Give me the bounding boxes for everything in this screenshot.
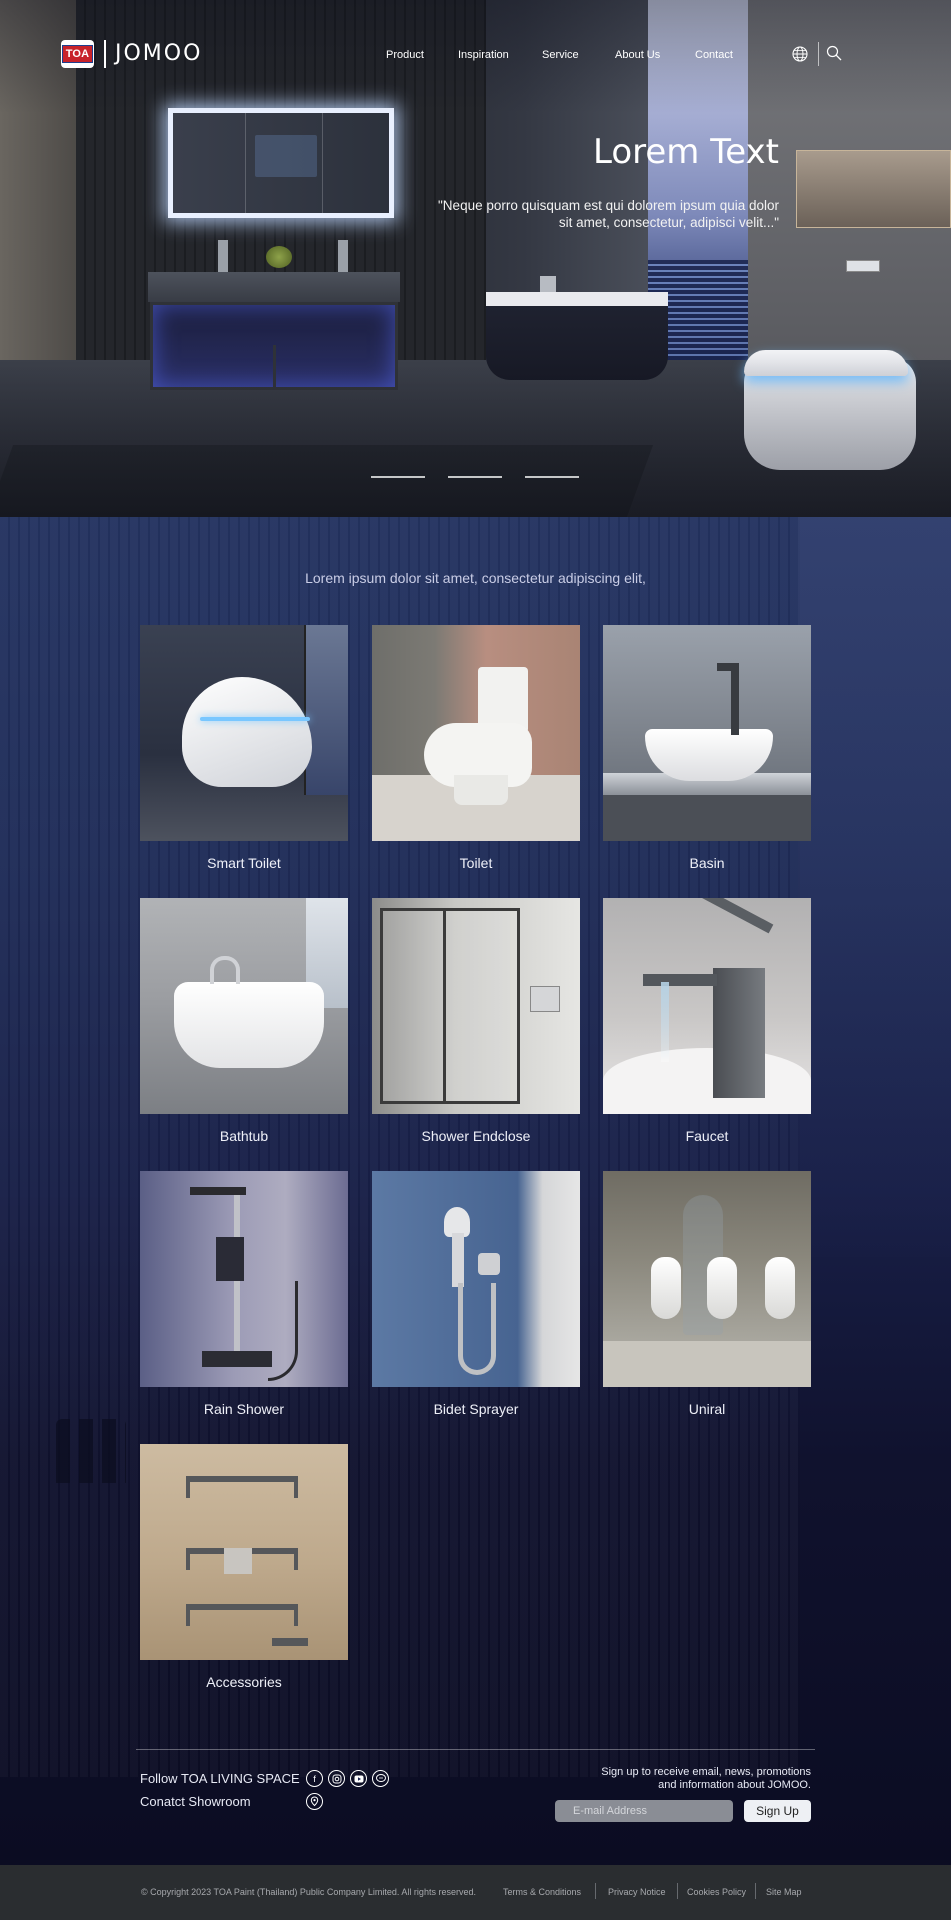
product-image: [140, 898, 348, 1114]
jomoo-logo[interactable]: JOMOO: [115, 40, 202, 68]
hero-quote: "Neque porro quisquam est qui dolorem ip…: [438, 198, 779, 230]
product-image: [372, 1171, 580, 1387]
product-card-bathtub[interactable]: Bathtub: [140, 898, 348, 1145]
signup-text-line-2: and information about JOMOO.: [658, 1779, 811, 1791]
sign-up-button[interactable]: Sign Up: [744, 1800, 811, 1822]
product-card-rain-shower[interactable]: Rain Shower: [140, 1171, 348, 1418]
product-label: Uniral: [688, 1401, 726, 1417]
background-texture: [798, 517, 951, 1257]
top-navigation: TOA JOMOO Product Inspiration Service Ab…: [0, 0, 951, 110]
product-card-basin[interactable]: Basin: [603, 625, 811, 872]
link-site-map[interactable]: Site Map: [766, 1886, 802, 1898]
slide-indicator-3[interactable]: [525, 476, 579, 478]
product-image: [603, 898, 811, 1114]
nav-item-service[interactable]: Service: [542, 48, 579, 62]
link-separator: [595, 1883, 596, 1899]
bottom-bar: © Copyright 2023 TOA Paint (Thailand) Pu…: [0, 1865, 951, 1920]
link-separator: [755, 1883, 756, 1899]
logo-divider: [104, 40, 106, 68]
product-image: [372, 625, 580, 841]
location-pin-icon[interactable]: [306, 1793, 323, 1810]
product-image: [372, 898, 580, 1114]
nav-item-product[interactable]: Product: [386, 48, 424, 62]
signup-text-line-1: Sign up to receive email, news, promotio…: [601, 1766, 811, 1778]
product-image: [140, 1444, 348, 1660]
product-card-toilet[interactable]: Toilet: [372, 625, 580, 872]
link-separator: [677, 1883, 678, 1899]
product-label: Shower Endclose: [421, 1128, 531, 1144]
product-label: Bathtub: [219, 1128, 269, 1144]
footer-divider: [136, 1749, 815, 1750]
search-icon[interactable]: [826, 45, 842, 61]
follow-label: Follow TOA LIVING SPACE: [140, 1771, 300, 1786]
globe-icon[interactable]: [792, 46, 808, 62]
product-section: Lorem ipsum dolor sit amet, consectetur …: [0, 517, 951, 1865]
product-card-urinal[interactable]: Uniral: [603, 1171, 811, 1418]
product-label: Smart Toilet: [207, 855, 281, 871]
instagram-icon[interactable]: [328, 1770, 345, 1787]
product-label: Toilet: [459, 855, 493, 871]
nav-item-inspiration[interactable]: Inspiration: [458, 48, 509, 62]
nav-item-about-us[interactable]: About Us: [615, 48, 660, 62]
product-card-smart-toilet[interactable]: Smart Toilet: [140, 625, 348, 872]
link-privacy-notice[interactable]: Privacy Notice: [608, 1886, 666, 1898]
product-card-faucet[interactable]: Faucet: [603, 898, 811, 1145]
hero-title: Lorem Text: [593, 132, 779, 172]
link-terms-conditions[interactable]: Terms & Conditions: [503, 1886, 581, 1898]
product-image: [140, 1171, 348, 1387]
slide-indicator-2[interactable]: [448, 476, 502, 478]
youtube-icon[interactable]: [350, 1770, 367, 1787]
product-image: [603, 625, 811, 841]
link-cookies-policy[interactable]: Cookies Policy: [687, 1886, 746, 1898]
product-image: [603, 1171, 811, 1387]
product-label: Bidet Sprayer: [433, 1401, 519, 1417]
toa-logo[interactable]: TOA: [61, 40, 94, 68]
product-label: Faucet: [685, 1128, 729, 1144]
background-bottles: [56, 1419, 126, 1483]
product-card-bidet-sprayer[interactable]: Bidet Sprayer: [372, 1171, 580, 1418]
product-image: [140, 625, 348, 841]
email-input[interactable]: [555, 1800, 733, 1822]
product-label: Basin: [689, 855, 725, 871]
signup-description: Sign up to receive email, news, promotio…: [540, 1766, 811, 1792]
copyright-text: © Copyright 2023 TOA Paint (Thailand) Pu…: [141, 1887, 476, 1897]
section-intro: Lorem ipsum dolor sit amet, consectetur …: [305, 570, 646, 586]
product-card-shower-enclosure[interactable]: Shower Endclose: [372, 898, 580, 1145]
nav-divider: [818, 42, 819, 66]
slider-indicators: [0, 476, 951, 478]
contact-showroom-link[interactable]: Conatct Showroom: [140, 1794, 251, 1810]
slide-indicator-1[interactable]: [371, 476, 425, 478]
line-icon[interactable]: [372, 1770, 389, 1787]
facebook-icon[interactable]: f: [306, 1770, 323, 1787]
product-card-accessories[interactable]: Accessories: [140, 1444, 348, 1691]
product-label: Accessories: [206, 1674, 282, 1690]
toa-logo-text: TOA: [61, 45, 94, 63]
nav-item-contact[interactable]: Contact: [695, 48, 733, 62]
product-label: Rain Shower: [203, 1401, 285, 1417]
